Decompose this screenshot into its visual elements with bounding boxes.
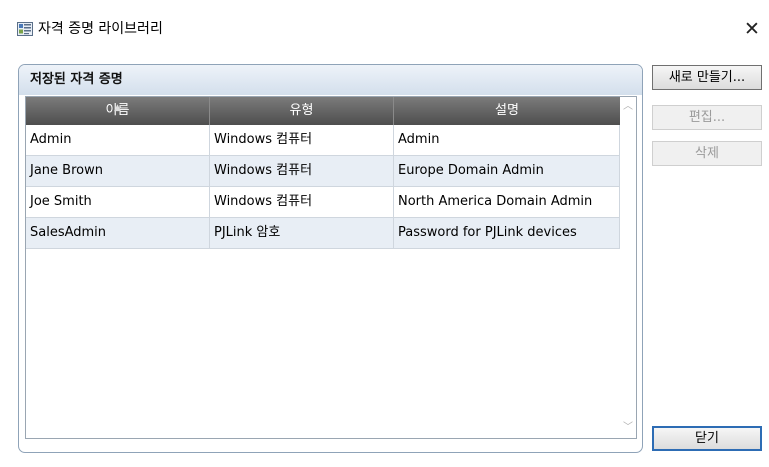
- cell-type: Windows 컴퓨터: [210, 156, 394, 186]
- table-header: ▲ 이름 유형 설명: [26, 97, 620, 125]
- delete-button[interactable]: 삭제: [652, 141, 762, 166]
- cell-type: PJLink 암호: [210, 218, 394, 248]
- close-button[interactable]: 닫기: [652, 426, 762, 451]
- column-header-description[interactable]: 설명: [394, 97, 620, 125]
- cell-name: SalesAdmin: [26, 218, 210, 248]
- library-app-icon: [17, 22, 33, 36]
- cell-type: Windows 컴퓨터: [210, 125, 394, 155]
- close-window-button[interactable]: ✕: [740, 17, 764, 41]
- scroll-down-icon[interactable]: ﹀: [620, 420, 636, 436]
- cell-description: North America Domain Admin: [394, 187, 620, 217]
- close-icon: ✕: [744, 18, 760, 40]
- scroll-up-icon[interactable]: ︿: [620, 99, 636, 115]
- cell-type: Windows 컴퓨터: [210, 187, 394, 217]
- sort-ascending-icon: ▲: [114, 103, 121, 113]
- cell-name: Jane Brown: [26, 156, 210, 186]
- credentials-table: ▲ 이름 유형 설명 Admin Windows 컴퓨터 Admin Jane …: [25, 96, 637, 439]
- saved-credentials-group: 저장된 자격 증명 ▲ 이름 유형 설명 Admin Windows 컴퓨터 A…: [18, 64, 643, 453]
- title-bar: 자격 증명 라이브러리 ✕: [0, 0, 769, 46]
- cell-description: Europe Domain Admin: [394, 156, 620, 186]
- cell-description: Password for PJLink devices: [394, 218, 620, 248]
- group-title: 저장된 자격 증명: [30, 72, 123, 87]
- cell-description: Admin: [394, 125, 620, 155]
- window-title: 자격 증명 라이브러리: [38, 21, 163, 37]
- table-row[interactable]: Jane Brown Windows 컴퓨터 Europe Domain Adm…: [26, 156, 620, 187]
- cell-name: Admin: [26, 125, 210, 155]
- column-header-name[interactable]: ▲ 이름: [26, 97, 210, 125]
- group-header: 저장된 자격 증명: [19, 65, 642, 95]
- table-row[interactable]: Admin Windows 컴퓨터 Admin: [26, 125, 620, 156]
- column-header-type[interactable]: 유형: [210, 97, 394, 125]
- table-row[interactable]: SalesAdmin PJLink 암호 Password for PJLink…: [26, 218, 620, 249]
- new-button[interactable]: 새로 만들기...: [652, 65, 762, 90]
- vertical-scrollbar[interactable]: ︿ ﹀: [620, 97, 636, 438]
- table-row[interactable]: Joe Smith Windows 컴퓨터 North America Doma…: [26, 187, 620, 218]
- edit-button[interactable]: 편집...: [652, 105, 762, 130]
- cell-name: Joe Smith: [26, 187, 210, 217]
